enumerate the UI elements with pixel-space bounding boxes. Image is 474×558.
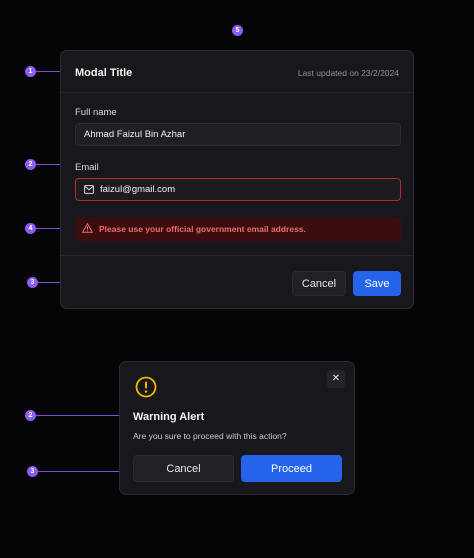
close-icon: ✕ xyxy=(331,373,341,384)
close-button[interactable]: ✕ xyxy=(327,370,345,388)
warning-triangle-icon xyxy=(82,223,93,233)
modal-title: Modal Title xyxy=(75,67,133,79)
full-name-label: Full name xyxy=(75,107,117,118)
email-label: Email xyxy=(75,162,99,173)
full-name-value: Ahmad Faizul Bin Azhar xyxy=(84,129,186,140)
mail-icon xyxy=(84,185,94,194)
alert-title: Warning Alert xyxy=(133,411,205,423)
annotation-marker-5: 5 xyxy=(232,25,243,36)
form-modal: Modal Title Last updated on 23/2/2024 Fu… xyxy=(60,50,414,309)
annotation-marker-3b: 3 xyxy=(27,466,38,477)
last-updated-text: Last updated on 23/2/2024 xyxy=(297,68,399,78)
annotation-marker-3: 3 xyxy=(27,277,38,288)
email-input[interactable]: faizul@gmail.com xyxy=(75,178,401,201)
alert-cancel-button[interactable]: Cancel xyxy=(133,455,234,482)
save-button[interactable]: Save xyxy=(353,271,401,296)
modal-header: Modal Title Last updated on 23/2/2024 xyxy=(61,51,413,93)
annotation-marker-2: 2 xyxy=(25,159,36,170)
alert-message: Are you sure to proceed with this action… xyxy=(133,431,287,441)
annotation-leader-3b xyxy=(38,471,128,472)
annotation-marker-4: 4 xyxy=(25,223,36,234)
full-name-input[interactable]: Ahmad Faizul Bin Azhar xyxy=(75,123,401,146)
error-alert: Please use your official government emai… xyxy=(75,217,401,241)
proceed-button[interactable]: Proceed xyxy=(241,455,342,482)
cancel-button[interactable]: Cancel xyxy=(292,271,346,296)
exclamation-circle-icon xyxy=(135,376,157,398)
footer-divider xyxy=(61,255,413,256)
annotation-marker-2b: 2 xyxy=(25,410,36,421)
email-value: faizul@gmail.com xyxy=(100,184,176,195)
annotation-leader-2b xyxy=(36,415,129,416)
error-message: Please use your official government emai… xyxy=(99,224,306,234)
warning-alert-modal: ✕ Warning Alert Are you sure to proceed … xyxy=(119,361,355,495)
annotation-marker-1: 1 xyxy=(25,66,36,77)
